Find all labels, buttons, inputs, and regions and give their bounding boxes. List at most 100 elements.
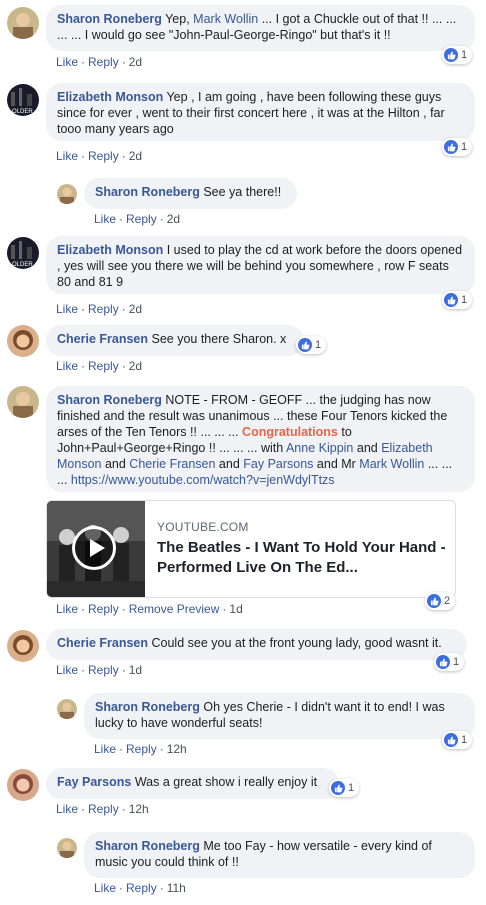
mention-link[interactable]: Cherie Fransen xyxy=(129,457,215,471)
comment-time[interactable]: 1d xyxy=(129,663,142,677)
preview-title[interactable]: The Beatles - I Want To Hold Your Hand -… xyxy=(157,538,447,578)
thumbs-up-icon xyxy=(298,338,312,352)
video-thumbnail[interactable] xyxy=(47,501,145,597)
avatar[interactable] xyxy=(57,184,77,204)
comment-author[interactable]: Sharon Roneberg xyxy=(95,839,200,853)
comment-actions: Like · Reply · 2d xyxy=(56,359,143,373)
thumbs-up-icon xyxy=(427,594,441,608)
reply-button[interactable]: Reply xyxy=(88,663,119,677)
comment-author[interactable]: Sharon Roneberg xyxy=(95,185,200,199)
reply-button[interactable]: Reply xyxy=(126,742,157,756)
comment-time[interactable]: 2d xyxy=(129,359,142,373)
comment-bubble: Sharon Roneberg Me too Fay - how versati… xyxy=(84,832,475,878)
comment-text: and xyxy=(353,441,382,455)
comment-author[interactable]: Cherie Fransen xyxy=(57,636,148,650)
reply-button[interactable]: Reply xyxy=(88,55,119,69)
reaction-count[interactable]: 1 xyxy=(442,138,473,156)
comment-time[interactable]: 11h xyxy=(167,881,186,895)
reaction-count[interactable]: 1 xyxy=(442,291,473,309)
avatar[interactable] xyxy=(7,630,39,662)
like-button[interactable]: Like xyxy=(56,359,78,373)
comment-text: and xyxy=(215,457,244,471)
comment-time[interactable]: 2d xyxy=(129,55,142,69)
link-preview[interactable]: YOUTUBE.COM The Beatles - I Want To Hold… xyxy=(46,500,456,598)
reply-button[interactable]: Reply xyxy=(126,881,157,895)
like-button[interactable]: Like xyxy=(56,663,78,677)
highlighted-word: Congratulations xyxy=(242,425,338,439)
comment-bubble: Fay Parsons Was a great show i really en… xyxy=(46,768,339,799)
comment-text: See ya there!! xyxy=(199,185,282,199)
reaction-count[interactable]: 1 xyxy=(434,653,465,671)
avatar[interactable] xyxy=(7,386,39,418)
reaction-count[interactable]: 1 xyxy=(442,731,473,749)
reaction-number: 1 xyxy=(461,734,468,746)
comment-actions: Like · Reply · 2d xyxy=(94,212,181,226)
reply-button[interactable]: Reply xyxy=(88,802,119,816)
thumbs-up-icon xyxy=(331,781,345,795)
avatar[interactable] xyxy=(57,838,77,858)
reply-button[interactable]: Reply xyxy=(88,149,119,163)
comment-time[interactable]: 2d xyxy=(129,302,142,316)
like-button[interactable]: Like xyxy=(94,742,116,756)
avatar[interactable] xyxy=(7,325,39,357)
comment-time[interactable]: 12h xyxy=(167,742,187,756)
reply-button[interactable]: Reply xyxy=(88,359,119,373)
comment-time[interactable]: 2d xyxy=(167,212,180,226)
url-link[interactable]: https://www.youtube.com/watch?v=jenWdylT… xyxy=(71,473,335,487)
reply-button[interactable]: Reply xyxy=(88,302,119,316)
remove-preview-button[interactable]: Remove Preview xyxy=(129,602,220,616)
like-button[interactable]: Like xyxy=(56,802,78,816)
mention-link[interactable]: Mark Wollin xyxy=(193,12,258,26)
like-button[interactable]: Like xyxy=(94,212,116,226)
avatar[interactable] xyxy=(7,769,39,801)
comment-time[interactable]: 1d xyxy=(229,602,242,616)
comment-actions: Like · Reply · 12h xyxy=(56,802,149,816)
avatar[interactable] xyxy=(7,7,39,39)
thumbs-up-icon xyxy=(444,293,458,307)
comment-author[interactable]: Elizabeth Monson xyxy=(57,243,163,257)
comment-bubble: Sharon Roneberg Yep, Mark Wollin ... I g… xyxy=(46,5,475,51)
reaction-count[interactable]: 1 xyxy=(442,46,473,64)
comment-bubble: Sharon Roneberg Oh yes Cherie - I didn't… xyxy=(84,693,475,739)
like-button[interactable]: Like xyxy=(56,55,78,69)
reaction-count[interactable]: 1 xyxy=(296,336,327,354)
avatar[interactable] xyxy=(57,699,77,719)
reaction-count[interactable]: 2 xyxy=(425,592,456,610)
like-button[interactable]: Like xyxy=(56,302,78,316)
mention-link[interactable]: Anne Kippin xyxy=(286,441,353,455)
reaction-number: 1 xyxy=(461,141,468,153)
like-button[interactable]: Like xyxy=(56,149,78,163)
comment-text: and Mr xyxy=(313,457,360,471)
comment-actions: Like · Reply · 11h xyxy=(94,881,186,895)
thumbs-up-icon xyxy=(444,140,458,154)
mention-link[interactable]: Mark Wollin xyxy=(359,457,424,471)
comment-author[interactable]: Sharon Roneberg xyxy=(95,700,200,714)
comment-author[interactable]: Cherie Fransen xyxy=(57,332,148,346)
comment-text: Was a great show i really enjoy it xyxy=(131,775,318,789)
reply-button[interactable]: Reply xyxy=(88,602,119,616)
comment-text: and xyxy=(101,457,130,471)
comment-author[interactable]: Sharon Roneberg xyxy=(57,12,162,26)
comment-author[interactable]: Sharon Roneberg xyxy=(57,393,162,407)
reaction-number: 1 xyxy=(453,656,460,668)
svg-text:OLDER: OLDER xyxy=(12,262,33,268)
play-icon[interactable] xyxy=(72,526,116,570)
like-button[interactable]: Like xyxy=(56,602,78,616)
comment-bubble: Cherie Fransen See you there Sharon. x xyxy=(46,325,304,356)
avatar[interactable]: OLDER xyxy=(7,84,39,116)
comment-bubble: Elizabeth Monson Yep , I am going , have… xyxy=(46,83,475,141)
reaction-count[interactable]: 1 xyxy=(329,779,360,797)
comment-bubble: Elizabeth Monson I used to play the cd a… xyxy=(46,236,475,294)
comment-author[interactable]: Elizabeth Monson xyxy=(57,90,163,104)
comment-bubble: Sharon Roneberg See ya there!! xyxy=(84,178,297,209)
comment-author[interactable]: Fay Parsons xyxy=(57,775,131,789)
comment-time[interactable]: 2d xyxy=(129,149,142,163)
reply-button[interactable]: Reply xyxy=(126,212,157,226)
avatar[interactable]: OLDER xyxy=(7,237,39,269)
svg-text:OLDER: OLDER xyxy=(12,109,33,115)
like-button[interactable]: Like xyxy=(94,881,116,895)
comment-time[interactable]: 12h xyxy=(129,802,149,816)
reaction-number: 2 xyxy=(444,595,451,607)
thumbs-up-icon xyxy=(444,48,458,62)
mention-link[interactable]: Fay Parsons xyxy=(243,457,313,471)
